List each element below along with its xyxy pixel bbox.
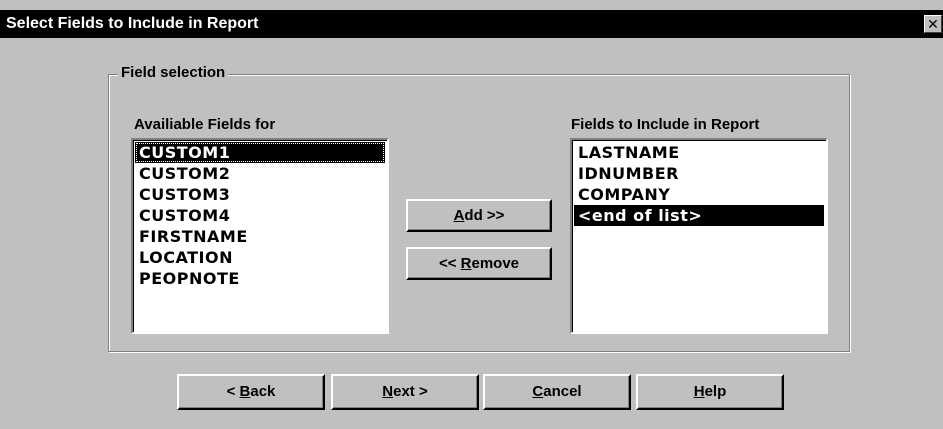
close-button[interactable]: ✕: [924, 15, 942, 33]
list-item[interactable]: COMPANY: [574, 184, 824, 205]
help-button[interactable]: Help: [636, 374, 784, 410]
add-label: dd >>: [464, 207, 505, 224]
back-button[interactable]: < Back: [177, 374, 325, 410]
remove-label: emove: [471, 255, 520, 272]
back-prefix: <: [226, 383, 240, 400]
list-item[interactable]: CUSTOM3: [135, 184, 385, 205]
list-item[interactable]: LOCATION: [135, 247, 385, 268]
included-fields-list[interactable]: LASTNAME IDNUMBER COMPANY <end of list>: [570, 138, 828, 334]
next-mnemonic: N: [382, 383, 394, 400]
available-fields-label: Availiable Fields for: [134, 116, 276, 133]
field-selection-legend: Field selection: [118, 64, 229, 81]
list-item[interactable]: PEOPNOTE: [135, 268, 385, 289]
list-item[interactable]: CUSTOM4: [135, 205, 385, 226]
back-label: ack: [250, 383, 276, 400]
cancel-button[interactable]: Cancel: [483, 374, 631, 410]
cancel-label: ancel: [543, 383, 582, 400]
help-mnemonic: H: [693, 383, 705, 400]
list-item[interactable]: CUSTOM1: [135, 142, 385, 163]
next-button[interactable]: Next >: [331, 374, 479, 410]
list-item[interactable]: LASTNAME: [574, 142, 824, 163]
title-bar: Select Fields to Include in Report ✕: [0, 10, 943, 38]
next-label: ext >: [393, 383, 428, 400]
back-mnemonic: B: [239, 383, 251, 400]
available-fields-list[interactable]: CUSTOM1 CUSTOM2 CUSTOM3 CUSTOM4 FIRSTNAME LOC…: [131, 138, 389, 334]
add-button[interactable]: Add >>: [406, 199, 552, 232]
list-item[interactable]: FIRSTNAME: [135, 226, 385, 247]
remove-button[interactable]: << Remove: [406, 247, 552, 280]
help-label: elp: [704, 383, 727, 400]
included-fields-label: Fields to Include in Report: [571, 116, 760, 133]
list-item[interactable]: <end of list>: [574, 205, 824, 226]
add-mnemonic: A: [453, 207, 465, 224]
close-icon: ✕: [927, 16, 939, 32]
remove-prefix: <<: [438, 255, 461, 272]
cancel-mnemonic: C: [532, 383, 544, 400]
select-fields-dialog: Select Fields to Include in Report ✕ Fie…: [0, 0, 943, 429]
list-item[interactable]: CUSTOM2: [135, 163, 385, 184]
remove-mnemonic: R: [460, 255, 472, 272]
list-item[interactable]: IDNUMBER: [574, 163, 824, 184]
window-title: Select Fields to Include in Report: [6, 15, 259, 32]
